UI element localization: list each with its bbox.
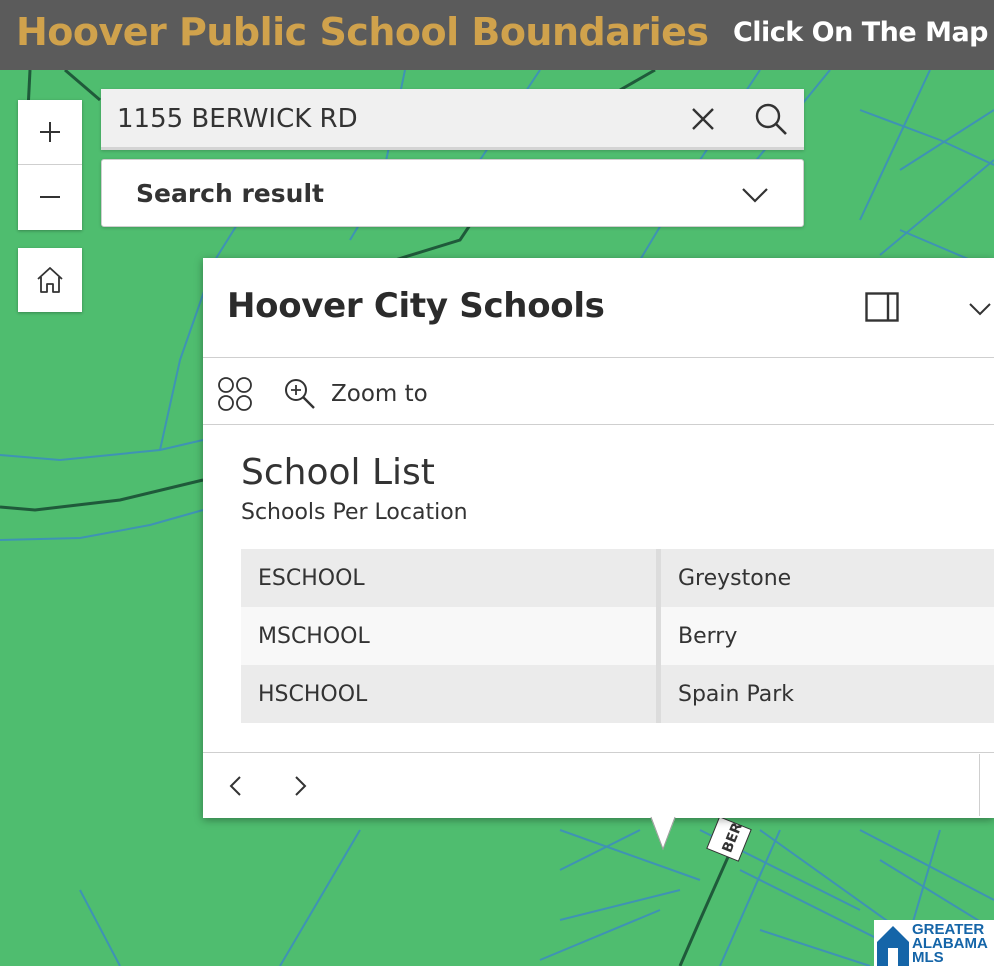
dock-icon[interactable]: [865, 292, 899, 322]
popup-title: Hoover City Schools: [227, 286, 605, 326]
home-icon: [37, 267, 63, 293]
section-subtitle: Schools Per Location: [241, 500, 468, 525]
table-cell-value: Spain Park: [678, 681, 795, 707]
table-cell-key: MSCHOOL: [241, 607, 661, 665]
search-result-label: Search result: [136, 179, 324, 208]
chevron-right-icon[interactable]: [289, 774, 311, 798]
home-button[interactable]: [18, 248, 82, 312]
table-cell-key: HSCHOOL: [241, 665, 661, 723]
search-input[interactable]: [117, 99, 657, 139]
zoom-out-button[interactable]: [18, 165, 82, 229]
zoom-to-button[interactable]: Zoom to: [283, 376, 428, 412]
table-cell-value: Greystone: [678, 565, 792, 591]
header-hint: Click On The Map: [732, 17, 989, 48]
plus-icon: [40, 122, 60, 142]
minus-icon: [40, 196, 60, 198]
feature-popup: Hoover City Schools Zoom to School List …: [203, 258, 994, 818]
table-row: ESCHOOL Greystone: [241, 549, 994, 607]
pager-divider: [979, 754, 980, 816]
popup-divider: [203, 752, 994, 753]
zoom-to-label: Zoom to: [331, 381, 428, 407]
app-title: Hoover Public School Boundaries: [16, 10, 709, 54]
section-title: School List: [241, 452, 435, 493]
chevron-down-icon[interactable]: [967, 298, 993, 320]
table-row: MSCHOOL Berry: [241, 607, 994, 665]
popup-divider: [203, 424, 994, 425]
zoom-controls: [18, 100, 82, 230]
close-icon[interactable]: [687, 103, 719, 135]
table-cell-key: ESCHOOL: [241, 549, 661, 607]
zoom-in-magnifier-icon: [285, 379, 315, 409]
search-bar: [101, 89, 804, 150]
logo-line: MLS: [912, 949, 944, 966]
search-result-dropdown[interactable]: Search result: [101, 159, 804, 227]
house-logo-icon: [877, 926, 909, 966]
app-header: Hoover Public School Boundaries Click On…: [0, 0, 994, 70]
actions-grid-icon[interactable]: [217, 376, 253, 412]
popup-pointer: [650, 816, 676, 851]
search-icon[interactable]: [753, 101, 789, 137]
table-row: HSCHOOL Spain Park: [241, 665, 994, 723]
zoom-in-button[interactable]: [18, 100, 82, 164]
school-table: ESCHOOL Greystone MSCHOOL Berry HSCHOOL …: [241, 549, 994, 723]
logo-text: GREATER ALABAMA MLS: [912, 922, 988, 966]
chevron-down-icon: [742, 188, 768, 203]
popup-divider: [203, 357, 994, 358]
chevron-left-icon[interactable]: [225, 774, 247, 798]
mls-logo: GREATER ALABAMA MLS: [874, 920, 994, 966]
table-cell-value: Berry: [678, 623, 738, 649]
street-label: BER: [706, 816, 752, 862]
